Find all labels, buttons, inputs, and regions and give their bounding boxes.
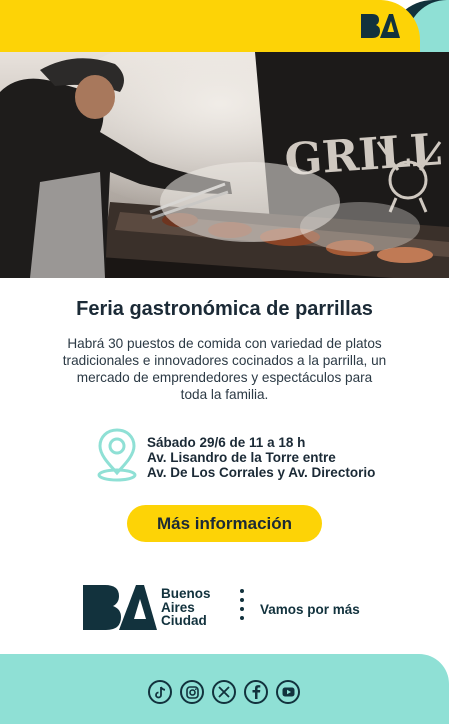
tiktok-icon[interactable] — [148, 680, 172, 704]
grill-photo: GRILL — [0, 52, 449, 278]
event-details: Sábado 29/6 de 11 a 18 h Av. Lisandro de… — [147, 435, 375, 480]
map-pin-icon — [97, 428, 137, 482]
footer-bar — [0, 654, 449, 724]
brand-slogan: Vamos por más — [260, 602, 360, 617]
hero-photo: GRILL — [0, 52, 449, 278]
facebook-icon[interactable] — [244, 680, 268, 704]
event-title: Feria gastronómica de parrillas — [76, 298, 373, 320]
youtube-icon[interactable] — [276, 680, 300, 704]
event-address-line1: Av. Lisandro de la Torre entre — [147, 450, 336, 465]
header-bar — [0, 0, 449, 52]
social-links — [148, 680, 300, 704]
city-line3: Ciudad — [161, 613, 207, 628]
ba-logo-icon[interactable] — [360, 13, 400, 39]
event-date-time: Sábado 29/6 de 11 a 18 h — [147, 435, 306, 450]
logo-divider-dots — [238, 589, 246, 629]
ba-big-logo-icon — [83, 585, 157, 630]
buenos-aires-logo[interactable]: Buenos Aires Ciudad Vamos por más — [83, 584, 373, 634]
x-icon[interactable] — [212, 680, 236, 704]
city-wordmark: Buenos Aires Ciudad — [161, 587, 211, 628]
event-description: Habrá 30 puestos de comida con variedad … — [62, 336, 387, 402]
event-address-line2: Av. De Los Corrales y Av. Directorio — [147, 465, 376, 480]
instagram-icon[interactable] — [180, 680, 204, 704]
header-stripe-yellow — [0, 0, 420, 52]
city-line2: Aires — [161, 599, 195, 615]
city-line1: Buenos — [161, 586, 211, 601]
more-info-button[interactable]: Más información — [127, 505, 322, 542]
